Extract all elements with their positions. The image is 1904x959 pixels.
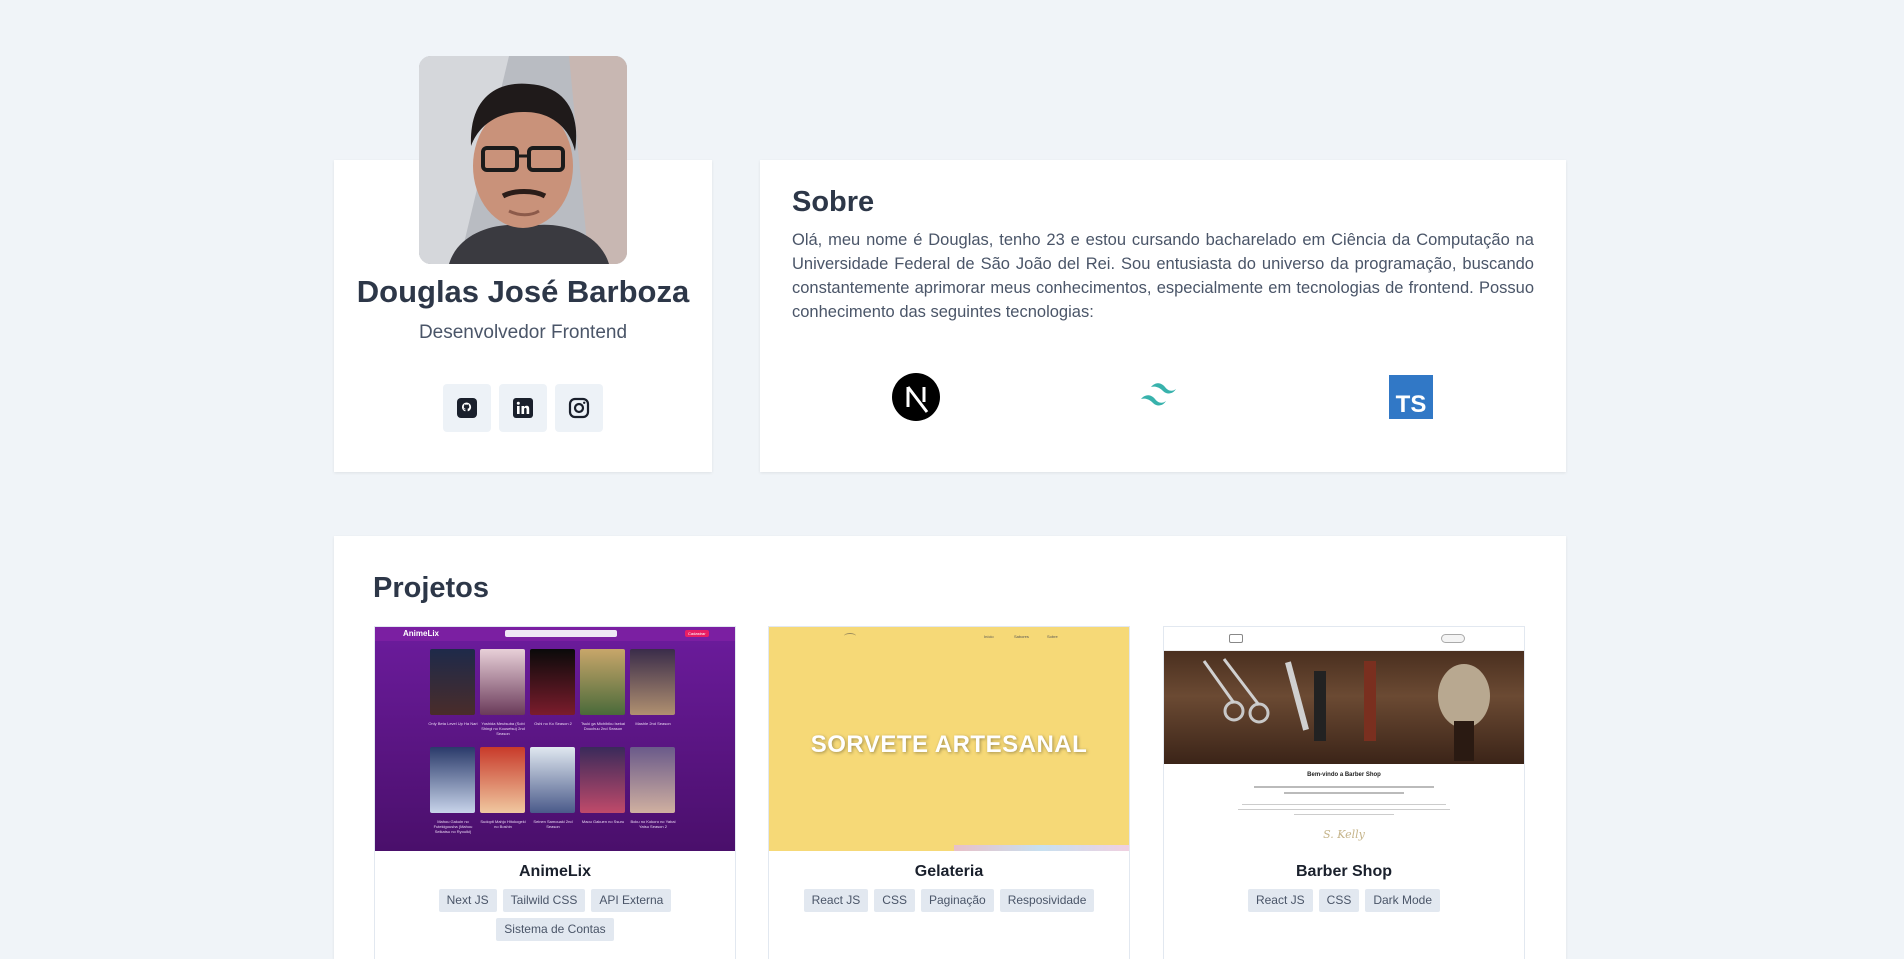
projects-title: Projetos: [373, 572, 490, 604]
thumb-header: AnimeLix Cadastrar: [375, 627, 735, 641]
tag: CSS: [874, 889, 915, 912]
thumb-search-bar: [505, 630, 617, 637]
tech-list: TS: [760, 372, 1566, 442]
tag: React JS: [1247, 889, 1313, 912]
project-name: AnimeLix: [518, 863, 591, 880]
tag: Sistema de Contas: [496, 918, 614, 941]
thumb-welcome: Bem-vindo a Barber Shop: [1307, 772, 1381, 778]
project-thumbnail: Bem-vindo a Barber Shop S. Kelly: [1164, 627, 1524, 851]
project-name: Gelateria: [914, 863, 984, 880]
github-button[interactable]: [443, 384, 491, 432]
nextjs-icon: [891, 372, 941, 422]
about-title: Sobre: [792, 186, 875, 218]
tag: Tailwild CSS: [502, 889, 586, 912]
tag: Dark Mode: [1365, 889, 1441, 912]
avatar-photo: [419, 56, 627, 264]
tag: React JS: [803, 889, 869, 912]
thumb-logo: AnimeLix: [403, 629, 440, 638]
thumb-signup-button: Cadastrar: [685, 630, 709, 637]
profile-name: Douglas José Barboza: [356, 274, 690, 309]
tag: Next JS: [438, 889, 497, 912]
project-card-gelateria[interactable]: Início Sabores Sobre SORVETE ARTESANAL G…: [768, 626, 1130, 959]
project-tags: Next JS Tailwild CSS API Externa Sistema…: [415, 889, 695, 941]
tailwindcss-icon: [1139, 372, 1185, 422]
tag: API Externa: [591, 889, 672, 912]
project-card-barber-shop[interactable]: Bem-vindo a Barber Shop S. Kelly Barber …: [1163, 626, 1525, 959]
project-tags: React JS CSS Dark Mode: [1204, 889, 1484, 912]
linkedin-icon: [513, 398, 533, 418]
social-links: [443, 384, 603, 432]
tag: CSS: [1318, 889, 1360, 912]
thumb-signature: S. Kelly: [1323, 828, 1365, 841]
instagram-button[interactable]: [555, 384, 603, 432]
typescript-label: TS: [1396, 391, 1427, 418]
project-tags: React JS CSS Paginação Resposividade: [789, 889, 1109, 912]
project-thumbnail: AnimeLix Cadastrar Only Beta Level Up Ha…: [375, 627, 735, 851]
profile-role: Desenvolvedor Frontend: [418, 322, 628, 343]
project-card-animelix[interactable]: AnimeLix Cadastrar Only Beta Level Up Ha…: [374, 626, 736, 959]
github-icon: [457, 398, 477, 418]
projects-section: Projetos AnimeLix Cadastrar Only Beta Le…: [334, 536, 1566, 959]
tag: Paginação: [920, 889, 994, 912]
project-name: Barber Shop: [1295, 863, 1392, 880]
avatar: [419, 56, 627, 264]
instagram-icon: [568, 397, 590, 419]
typescript-icon: TS: [1389, 372, 1433, 422]
thumb-headline: SORVETE ARTESANAL: [810, 731, 1088, 758]
about-text: Olá, meu nome é Douglas, tenho 23 e esto…: [792, 231, 1534, 321]
project-thumbnail: Início Sabores Sobre SORVETE ARTESANAL: [769, 627, 1129, 851]
about-card: Sobre Olá, meu nome é Douglas, tenho 23 …: [760, 160, 1566, 472]
tag: Resposividade: [999, 889, 1095, 912]
linkedin-button[interactable]: [499, 384, 547, 432]
